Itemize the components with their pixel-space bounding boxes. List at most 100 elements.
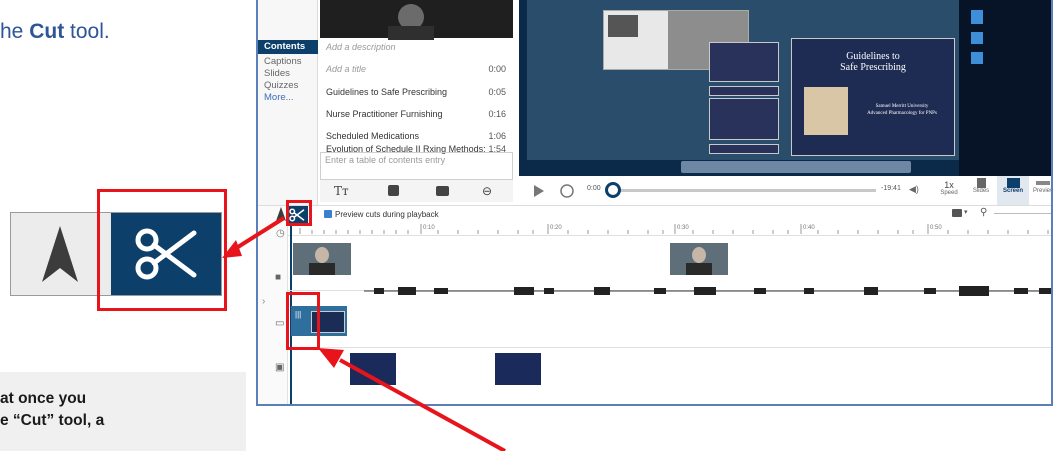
- sidebar: Contents Captions Slides Quizzes More...: [258, 0, 318, 205]
- select-arrow-icon: [42, 226, 78, 282]
- slides-track: [288, 348, 1051, 404]
- snapshot-icon[interactable]: [952, 209, 962, 217]
- screen-track: |||: [288, 292, 1051, 348]
- preview-cuts-option[interactable]: Preview cuts during playback: [324, 210, 439, 219]
- camera-clip-body: [309, 263, 335, 275]
- timeline-tool-column: ◷ ■ › ▭ ▣: [258, 206, 308, 404]
- slide-title-line-2: Safe Prescribing: [840, 62, 906, 73]
- toc-toolbar: Tт ⊖: [320, 180, 513, 202]
- select-arrow-icon[interactable]: [276, 207, 286, 221]
- toc-description-text: Add a description: [326, 42, 396, 52]
- speed-control[interactable]: 1x Speed: [939, 180, 959, 196]
- rewind-10-icon[interactable]: [559, 183, 575, 199]
- camera-track-icon: ■: [275, 272, 282, 283]
- player-controls: 0:00 -19:41 ◀) 1x Speed Slides Screen Pr…: [519, 176, 1053, 206]
- doc-heading-suffix: tool.: [64, 20, 110, 43]
- preview-cuts-checkbox[interactable]: [324, 210, 332, 218]
- sidebar-item-captions[interactable]: Captions: [264, 56, 302, 67]
- camera-track: [288, 237, 1051, 291]
- snapshot-dropdown-icon[interactable]: ▾: [964, 208, 968, 216]
- ruler-tick-label: 0:40: [803, 225, 815, 231]
- toc-entry-label: Nurse Practitioner Furnishing: [326, 109, 443, 119]
- screen-track-icon: ▭: [275, 318, 285, 329]
- slide-title-line-1: Guidelines to: [846, 51, 900, 62]
- time-remaining: -19:41: [881, 185, 901, 192]
- checklist-icon[interactable]: [388, 185, 399, 196]
- dialog-thumbnail: [608, 15, 638, 37]
- expand-chevron-icon[interactable]: ›: [262, 296, 265, 307]
- scrub-handle[interactable]: [605, 182, 621, 198]
- zoom-out-icon[interactable]: ⚲: [980, 207, 987, 218]
- slide-caption-line-2: Advanced Pharmacology for PNPs: [867, 111, 937, 116]
- slide-outline-thumb: [709, 98, 779, 140]
- slides-track-icon: ▣: [275, 362, 285, 373]
- toc-title-text: Add a title: [326, 64, 367, 74]
- slide-outline-thumb: [709, 144, 779, 154]
- desktop-background: [519, 0, 1051, 176]
- slide-clip-thumb[interactable]: [350, 353, 396, 385]
- preview-cuts-label: Preview cuts during playback: [335, 210, 439, 219]
- slides-label: Slides: [972, 188, 990, 194]
- volume-icon[interactable]: ◀): [909, 184, 919, 195]
- table-of-contents: Add a description Add a title 0:00 Guidel…: [320, 38, 513, 154]
- toc-entry-time: 0:16: [488, 109, 506, 119]
- toc-entry-input[interactable]: Enter a table of contents entry: [320, 152, 513, 180]
- screen-view-button[interactable]: Screen: [997, 176, 1029, 206]
- clock-icon: ◷: [276, 228, 285, 239]
- desktop-folder-icon: [971, 32, 983, 44]
- toc-entry-time: 1:06: [488, 131, 506, 141]
- zoom-slider[interactable]: [994, 213, 1051, 214]
- ruler-tick-label: 0:20: [550, 225, 562, 231]
- editor-screenshot: Contents Captions Slides Quizzes More...…: [256, 0, 1053, 406]
- preview-label: Preview: [1033, 188, 1053, 194]
- toc-title-time: 0:00: [488, 64, 506, 74]
- video-preview[interactable]: Guidelines to Safe Prescribing Samuel Me…: [519, 0, 1051, 176]
- toc-entry[interactable]: Scheduled Medications 1:06: [326, 131, 506, 141]
- preview-icon: [1036, 181, 1050, 185]
- timeline-editor: ◷ ■ › ▭ ▣ Preview cuts during playback ▾…: [258, 200, 1051, 404]
- toc-entry[interactable]: Nurse Practitioner Furnishing 0:16: [326, 109, 506, 119]
- toc-entry-time: 0:05: [488, 87, 506, 97]
- toc-entry[interactable]: Guidelines to Safe Prescribing 0:05: [326, 87, 506, 97]
- camera-clip-face: [315, 247, 329, 263]
- doc-heading-prefix: he: [0, 20, 30, 43]
- doc-heading: he Cut tool.: [0, 20, 110, 44]
- toc-description[interactable]: Add a description: [326, 42, 506, 52]
- slide-caption: Samuel Merritt University Advanced Pharm…: [852, 103, 952, 117]
- sidebar-item-more[interactable]: More...: [264, 92, 294, 103]
- note-text: at once you e “Cut” tool, a: [0, 388, 240, 432]
- ruler-tick-label: 0:50: [930, 225, 942, 231]
- toc-entry-label: Guidelines to Safe Prescribing: [326, 87, 448, 97]
- main-slide: Guidelines to Safe Prescribing Samuel Me…: [791, 38, 955, 156]
- sidebar-item-slides[interactable]: Slides: [264, 68, 290, 79]
- cut-marker-highlight: [286, 292, 320, 350]
- play-icon[interactable]: [533, 184, 545, 198]
- toc-entry-input-placeholder: Enter a table of contents entry: [325, 155, 446, 165]
- ruler-tick-label: 0:10: [423, 225, 435, 231]
- slide-photo: [804, 87, 848, 135]
- desktop-folder-icon: [971, 52, 983, 64]
- speed-value: 1x: [944, 180, 954, 190]
- time-ruler: 0:10 0:20 0:30 0:40 0:50: [288, 222, 1051, 236]
- desktop-folder-icon: [971, 10, 983, 24]
- slide-clip-thumb[interactable]: [495, 353, 541, 385]
- video-embed-icon[interactable]: [436, 186, 449, 196]
- sidebar-item-quizzes[interactable]: Quizzes: [264, 80, 298, 91]
- speed-label: Speed: [940, 190, 958, 196]
- preview-view-button[interactable]: Preview: [1033, 178, 1053, 194]
- camera-clip-thumb[interactable]: [670, 243, 728, 275]
- screen-label: Screen: [1002, 188, 1023, 194]
- scrub-bar[interactable]: [614, 189, 876, 192]
- camera-clip-face: [692, 247, 706, 263]
- editor-top: Contents Captions Slides Quizzes More...…: [258, 0, 1053, 206]
- camera-clip-thumb[interactable]: [293, 243, 351, 275]
- link-icon[interactable]: ⊖: [482, 184, 492, 198]
- sidebar-item-contents[interactable]: Contents: [258, 40, 318, 54]
- slides-view-button[interactable]: Slides: [969, 178, 993, 194]
- current-time: 0:00: [587, 185, 601, 192]
- camera-clip-body: [686, 263, 712, 275]
- slides-icon: [976, 178, 986, 188]
- note-line-2: e “Cut” tool, a: [0, 412, 105, 429]
- text-format-icon[interactable]: Tт: [334, 184, 349, 198]
- toc-title-row[interactable]: Add a title 0:00: [326, 64, 506, 74]
